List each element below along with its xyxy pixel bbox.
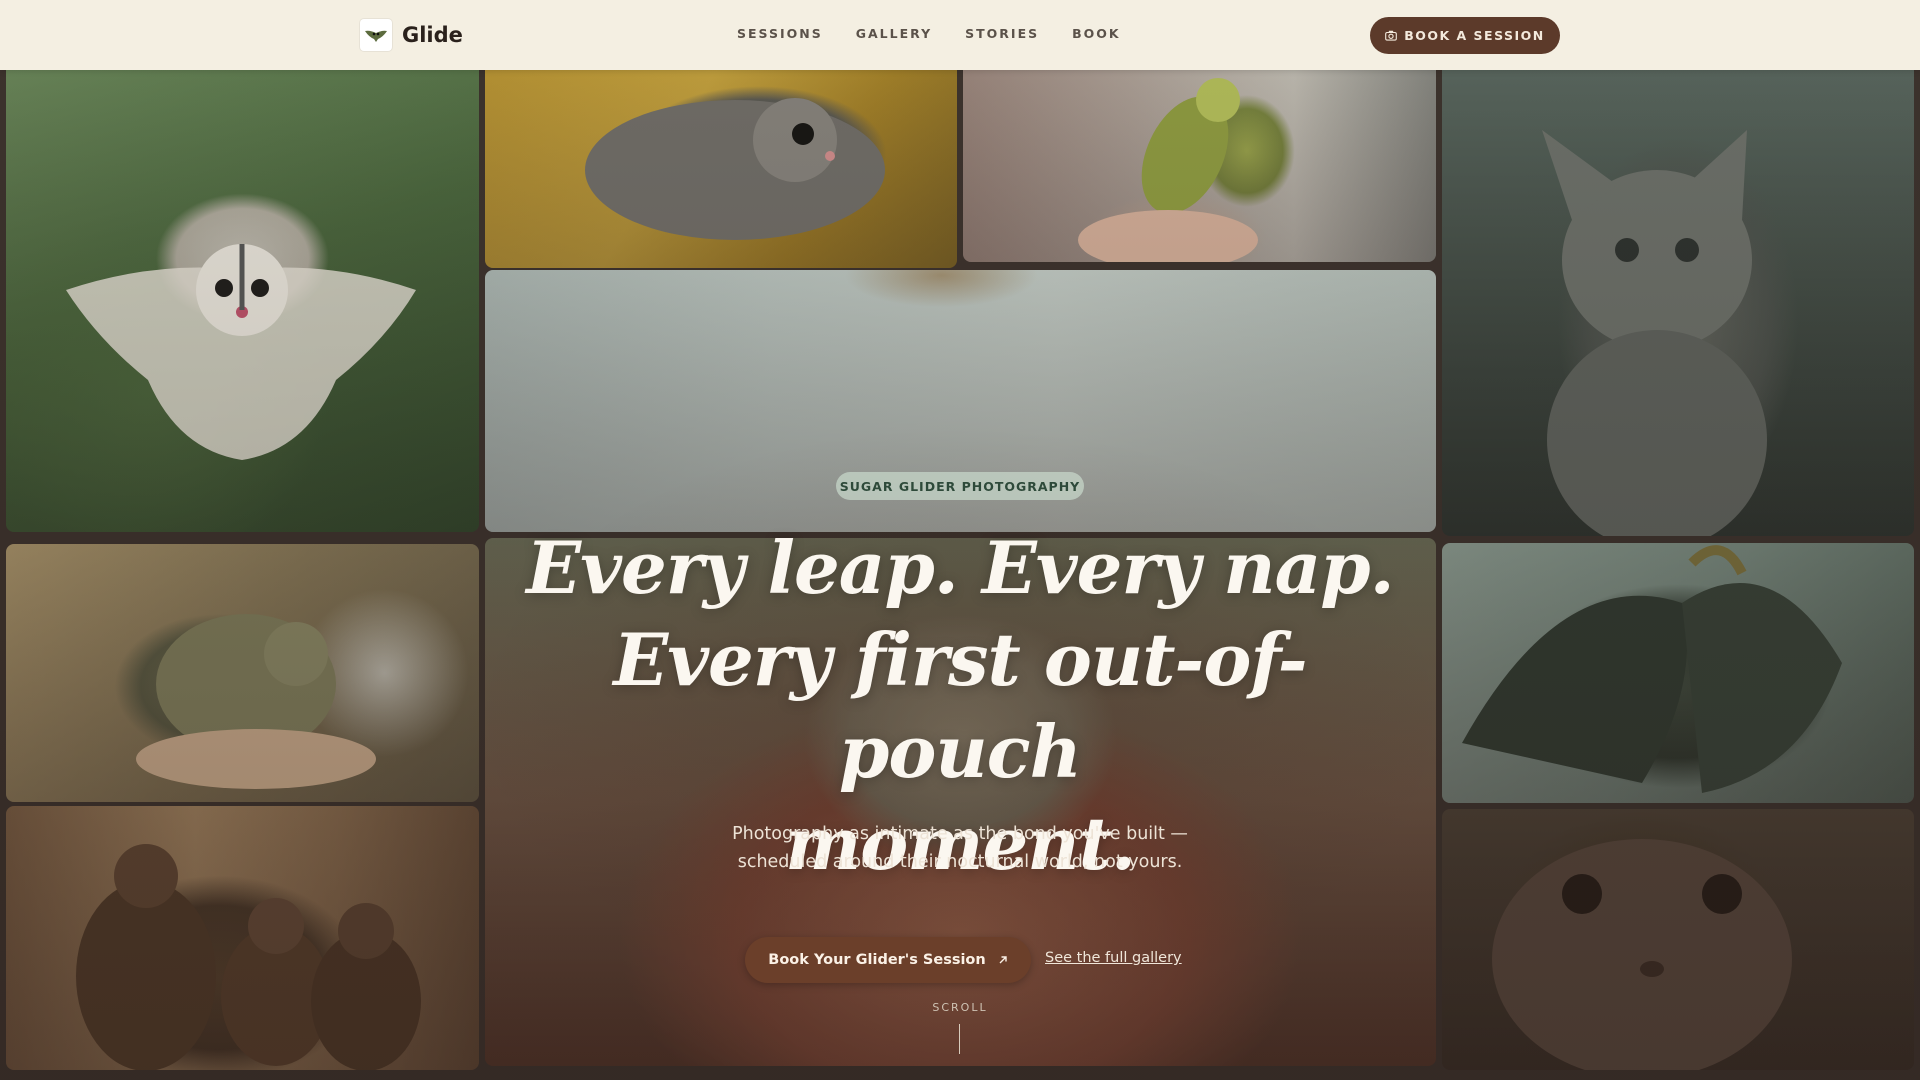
wings-shape xyxy=(1462,545,1842,793)
cat-shape xyxy=(1542,130,1767,536)
monkeys-shape xyxy=(76,844,421,1070)
glider-pouch-shape xyxy=(585,98,885,240)
scroll-indicator-line xyxy=(959,1024,960,1054)
photo-glider-pouch xyxy=(485,60,957,268)
book-glider-session-label: Book Your Glider's Session xyxy=(768,952,986,968)
headline-line-2: Every first out-of-pouch xyxy=(613,617,1307,794)
book-glider-session-button[interactable]: Book Your Glider's Session xyxy=(745,937,1031,983)
glider-logo-icon xyxy=(360,19,392,51)
nav-link-sessions[interactable]: SESSIONS xyxy=(737,26,823,41)
book-a-session-label: BOOK A SESSION xyxy=(1404,28,1545,43)
headline-line-1: Every leap. Every nap. xyxy=(526,525,1394,610)
kitten-shape xyxy=(1492,839,1792,1070)
hero-subtext: Photography as intimate as the bond you'… xyxy=(732,824,1188,872)
photo-glider-flying xyxy=(6,60,479,532)
joey-shape xyxy=(136,614,376,789)
scroll-label: SCROLL xyxy=(932,1001,988,1014)
nav-link-book[interactable]: BOOK xyxy=(1072,26,1120,41)
brand-name: Glide xyxy=(402,23,463,47)
top-nav: Glide SESSIONS GALLERY STORIES BOOK BOOK… xyxy=(0,0,1920,70)
full-gallery-link[interactable]: See the full gallery xyxy=(1045,950,1182,966)
photo-kitten-face xyxy=(1442,809,1914,1070)
book-a-session-button[interactable]: BOOK A SESSION xyxy=(1370,17,1560,54)
photo-joey-in-hand xyxy=(6,544,479,802)
glider-silhouette xyxy=(66,244,416,460)
camera-icon xyxy=(1385,30,1398,41)
nav-link-gallery[interactable]: GALLERY xyxy=(856,26,932,41)
arrow-up-right-icon xyxy=(999,956,1007,964)
photo-monkeys xyxy=(6,806,479,1070)
nav-link-stories[interactable]: STORIES xyxy=(965,26,1039,41)
bird-shape xyxy=(1078,78,1258,262)
photo-grey-cat xyxy=(1442,60,1914,536)
photo-bird-on-hand xyxy=(963,60,1436,262)
brand[interactable]: Glide xyxy=(360,18,463,52)
photo-bird-wings xyxy=(1442,543,1914,803)
category-tag: SUGAR GLIDER PHOTOGRAPHY xyxy=(836,472,1084,500)
nav-links: SESSIONS GALLERY STORIES BOOK xyxy=(737,26,1121,41)
